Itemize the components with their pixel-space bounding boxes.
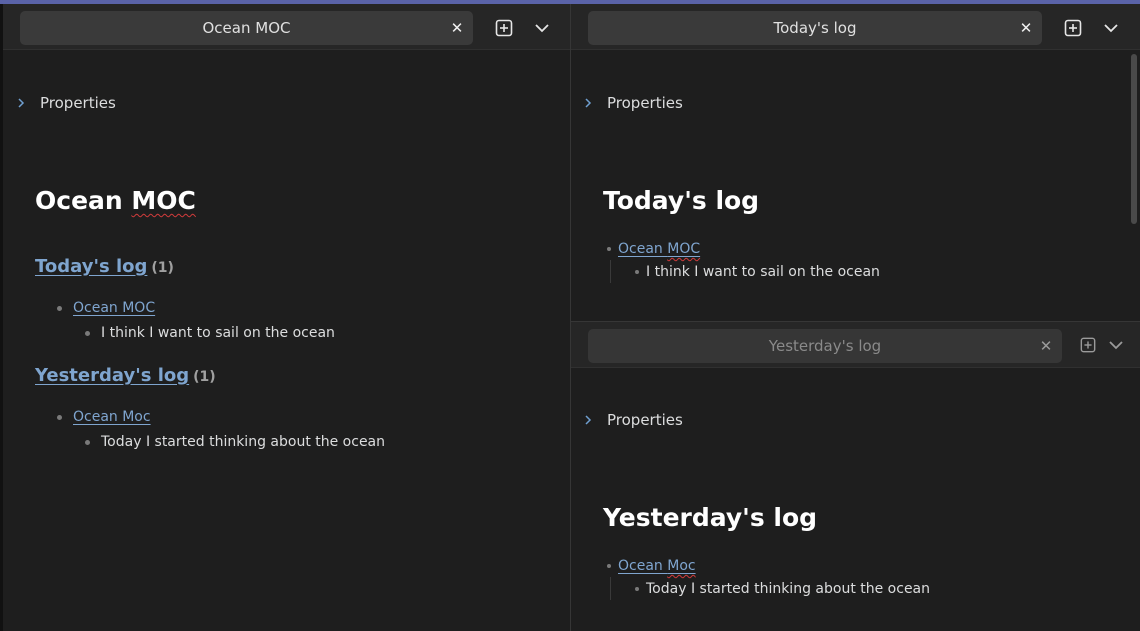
count-badge: (1) xyxy=(151,260,174,276)
list-item: Today I started thinking about the ocean xyxy=(635,581,930,597)
list-item: Ocean MOC xyxy=(57,300,155,316)
list-item: Ocean Moc xyxy=(607,558,696,574)
list-text: Today I started thinking about the ocean xyxy=(101,434,386,450)
indent-guide xyxy=(610,260,611,283)
note-title: Ocean MOC xyxy=(35,186,196,215)
internal-link[interactable]: Ocean Moc xyxy=(618,558,696,574)
note-title: Yesterday's log xyxy=(603,503,818,532)
close-icon[interactable]: ✕ xyxy=(1018,19,1034,37)
properties-label: Properties xyxy=(607,411,683,429)
chevron-down-icon[interactable] xyxy=(531,17,553,39)
properties-toggle[interactable]: Properties xyxy=(16,94,116,112)
list-item: I think I want to sail on the ocean xyxy=(85,325,335,341)
link-text-plain: Ocean xyxy=(618,241,668,257)
bullet xyxy=(635,270,639,274)
link-text-plain: Ocean xyxy=(618,558,668,574)
bullet xyxy=(607,247,611,251)
bullet xyxy=(57,305,62,311)
heading-label: Yesterday's log xyxy=(35,365,190,386)
left-tab-bar: Ocean MOC ✕ xyxy=(3,4,570,50)
chevron-right-icon xyxy=(18,98,25,108)
new-tab-icon[interactable] xyxy=(1062,17,1084,39)
bullet xyxy=(85,330,90,336)
right-bottom-note-content: Properties Yesterday's log Ocean Moc Tod… xyxy=(571,368,1140,631)
chevron-down-icon[interactable] xyxy=(1105,334,1127,356)
heading-label: Today's log xyxy=(35,256,148,277)
tab-todays-log[interactable]: Today's log ✕ xyxy=(588,11,1042,45)
bullet xyxy=(85,439,90,445)
bullet xyxy=(607,564,611,568)
chevron-right-icon xyxy=(585,415,592,425)
chevron-right-icon xyxy=(585,98,592,108)
right-bottom-tab-bar: Yesterday's log ✕ xyxy=(571,322,1140,368)
left-pane: Ocean MOC ✕ Properties Ocean MOC Today's… xyxy=(0,4,570,631)
list-item: Today I started thinking about the ocean xyxy=(85,434,385,450)
tab-title: Today's log xyxy=(773,19,857,37)
properties-toggle[interactable]: Properties xyxy=(583,94,683,112)
properties-label: Properties xyxy=(40,94,116,112)
internal-link[interactable]: Ocean MOC xyxy=(618,241,700,257)
count-badge: (1) xyxy=(193,369,216,385)
note-title-flagged: MOC xyxy=(131,186,196,215)
list-item: Ocean Moc xyxy=(57,409,151,425)
internal-link[interactable]: Ocean MOC xyxy=(73,300,155,316)
list-text: I think I want to sail on the ocean xyxy=(646,264,880,280)
close-icon[interactable]: ✕ xyxy=(449,19,465,37)
backlink-heading-yesterdays-log[interactable]: Yesterday's log (1) xyxy=(35,365,216,386)
right-top-tab-bar: Today's log ✕ xyxy=(571,4,1140,50)
indent-guide xyxy=(610,577,611,600)
internal-link[interactable]: Ocean Moc xyxy=(73,409,151,425)
tab-yesterdays-log[interactable]: Yesterday's log ✕ xyxy=(588,329,1062,363)
note-title: Today's log xyxy=(603,186,760,215)
bullet xyxy=(57,414,62,420)
new-tab-icon[interactable] xyxy=(1077,334,1099,356)
properties-label: Properties xyxy=(607,94,683,112)
left-note-content: Properties Ocean MOC Today's log (1) Ocea… xyxy=(3,50,570,631)
app-window: Ocean MOC ✕ Properties Ocean MOC Today's… xyxy=(0,0,1140,631)
tab-ocean-moc[interactable]: Ocean MOC ✕ xyxy=(20,11,473,45)
list-item: I think I want to sail on the ocean xyxy=(635,264,880,280)
close-icon[interactable]: ✕ xyxy=(1038,337,1054,355)
right-top-pane: Today's log ✕ Properties Today's log Oce… xyxy=(571,4,1140,321)
link-text-flagged: Moc xyxy=(667,558,696,574)
note-title-plain: Ocean xyxy=(35,186,132,215)
link-text-flagged: MOC xyxy=(667,241,701,257)
list-text: I think I want to sail on the ocean xyxy=(101,325,335,341)
chevron-down-icon[interactable] xyxy=(1100,17,1122,39)
right-bottom-pane: Yesterday's log ✕ Properties Yesterday's… xyxy=(571,322,1140,631)
list-text: Today I started thinking about the ocean xyxy=(646,581,931,597)
new-tab-icon[interactable] xyxy=(493,17,515,39)
list-item: Ocean MOC xyxy=(607,241,700,257)
tab-title: Yesterday's log xyxy=(768,337,882,355)
bullet xyxy=(635,587,639,591)
right-top-note-content: Properties Today's log Ocean MOC I think… xyxy=(571,50,1140,321)
properties-toggle[interactable]: Properties xyxy=(583,411,683,429)
backlink-heading-todays-log[interactable]: Today's log (1) xyxy=(35,256,174,277)
tab-title: Ocean MOC xyxy=(202,19,291,37)
